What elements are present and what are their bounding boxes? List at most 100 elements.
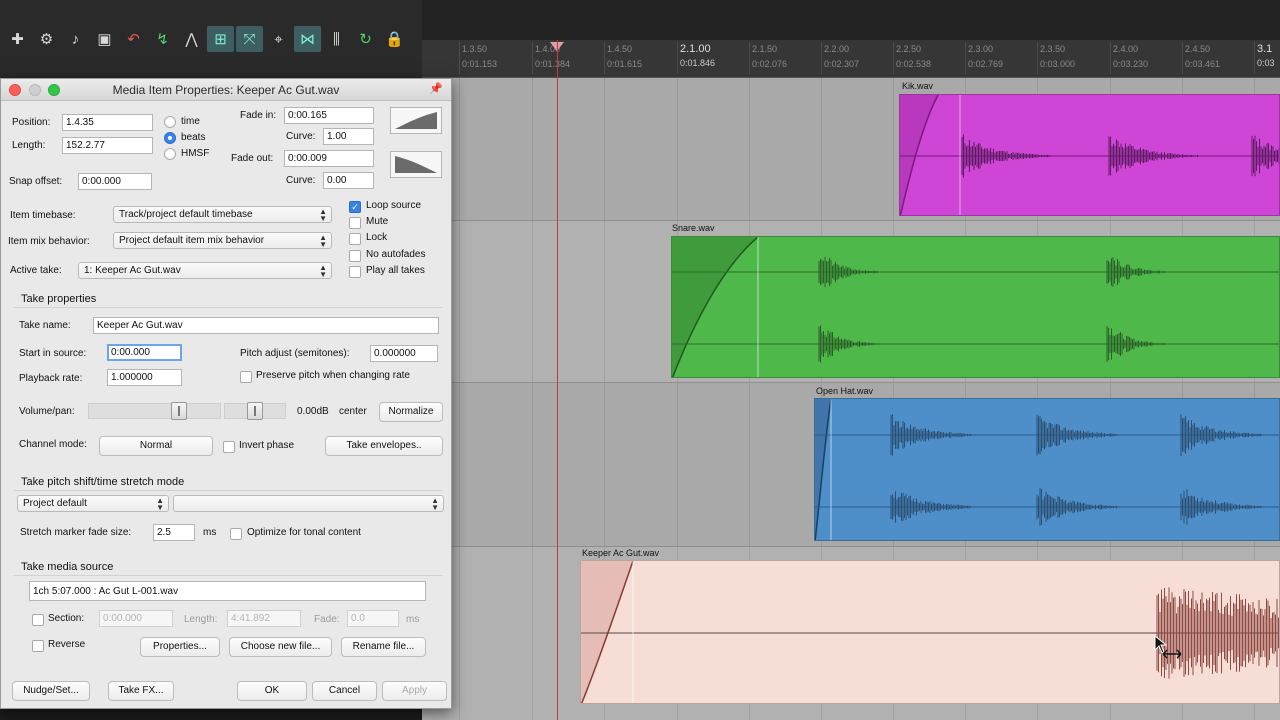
grid-icon[interactable]: ⫼ <box>323 26 350 52</box>
stretch-marker-field[interactable]: 2.5 <box>153 524 195 541</box>
media-source-heading: Take media source <box>21 561 114 573</box>
grid-snap-icon[interactable]: ⊞ <box>207 26 234 52</box>
section-start-field[interactable]: 0:00.000 <box>99 610 173 627</box>
section-fade-field[interactable]: 0.0 <box>347 610 399 627</box>
snap-offset-field[interactable]: 0:00.000 <box>78 173 152 190</box>
item-title-snare: Snare.wav <box>672 223 715 233</box>
take-envelopes-button[interactable]: Take envelopes.. <box>325 436 443 456</box>
pitch-shift-heading: Take pitch shift/time stretch mode <box>21 476 185 488</box>
group-divider <box>13 575 443 576</box>
section-length-field[interactable]: 4:41.892 <box>227 610 301 627</box>
metronome-icon[interactable]: ♪ <box>62 26 89 52</box>
pin-icon[interactable]: 📌 <box>429 82 443 95</box>
beats-radio[interactable] <box>164 132 176 144</box>
no-autofades-checkbox[interactable] <box>349 250 361 262</box>
volume-slider[interactable] <box>88 403 221 419</box>
take-properties-heading: Take properties <box>21 293 97 305</box>
save-icon[interactable]: ▣ <box>91 26 118 52</box>
ruler-beat-label: 2.2.50 <box>896 44 922 54</box>
reverse-checkbox[interactable] <box>32 640 44 652</box>
section-label: Section: <box>48 613 85 624</box>
volume-slider-knob[interactable] <box>171 402 187 420</box>
item-timebase-select[interactable]: Track/project default timebase ▲ ▼ <box>113 206 332 223</box>
ruler-tick: 2.2.50 0:02.538 <box>892 42 932 74</box>
section-checkbox[interactable] <box>32 614 44 626</box>
fade-out-field[interactable]: 0:00.009 <box>284 150 374 167</box>
locking-icon[interactable]: ⌖ <box>265 26 292 52</box>
fade-out-curve-field[interactable]: 0.00 <box>323 172 374 189</box>
fade-out-curve-label: Curve: <box>286 175 316 186</box>
media-item-open-hat[interactable] <box>814 398 1280 541</box>
ruler-beat-label: 2.2.00 <box>824 44 850 54</box>
media-item-snare[interactable] <box>671 236 1280 378</box>
mouse-cursor-icon <box>1154 634 1182 659</box>
beats-radio-label: beats <box>181 132 206 143</box>
item-mix-select[interactable]: Project default item mix behavior ▲ ▼ <box>113 232 332 249</box>
pitch-shift-mode-select[interactable]: Project default ▲ ▼ <box>17 495 169 512</box>
dialog-titlebar[interactable]: Media Item Properties: Keeper Ac Gut.wav… <box>1 79 451 101</box>
section-fade-unit: ms <box>406 614 420 625</box>
pitch-shift-submode-select[interactable]: ▲ ▼ <box>173 495 444 512</box>
take-name-field[interactable]: Keeper Ac Gut.wav <box>93 317 439 334</box>
ruler-time-label: 0:02.769 <box>968 59 1004 69</box>
new-project-icon[interactable]: ✚ <box>4 26 31 52</box>
ruler-beat-label: 2.3.00 <box>968 44 994 54</box>
ruler-time-label: 0:01.384 <box>535 59 571 69</box>
position-field[interactable]: 1.4.35 <box>62 114 153 131</box>
play-all-takes-checkbox[interactable] <box>349 266 361 278</box>
properties-button[interactable]: Properties... <box>140 637 220 657</box>
ruler-time-label: 0:03.461 <box>1185 59 1221 69</box>
invert-phase-checkbox[interactable] <box>223 441 235 453</box>
ruler-time-label: 0:02.538 <box>896 59 932 69</box>
mute-label: Mute <box>366 216 389 227</box>
ok-button[interactable]: OK <box>237 681 307 701</box>
ripple-edit-icon[interactable]: ↯ <box>149 26 176 52</box>
normalize-button[interactable]: Normalize <box>379 402 443 422</box>
apply-button[interactable]: Apply <box>382 681 447 701</box>
no-autofades-label: No autofades <box>366 249 426 260</box>
nudge-set-button[interactable]: Nudge/Set... <box>12 681 90 701</box>
active-take-select[interactable]: 1: Keeper Ac Gut.wav ▲ ▼ <box>78 262 332 279</box>
length-field[interactable]: 152.2.77 <box>62 137 153 154</box>
media-item-keeper-ac-gut[interactable] <box>580 560 1280 704</box>
ruler-tick: 2.1.50 0:02.076 <box>748 42 787 74</box>
trim-icon[interactable]: ⋈ <box>294 26 321 52</box>
ruler-tick: 2.3.00 0:02.769 <box>964 42 1004 74</box>
group-divider <box>13 490 443 491</box>
loop-source-checkbox[interactable]: ✓ <box>349 201 361 213</box>
lock-checkbox[interactable] <box>349 233 361 245</box>
ruler-time-label: 0:01.846 <box>680 58 716 68</box>
hmsf-radio[interactable] <box>164 148 176 160</box>
arrange-view[interactable]: Kik.wav Snare.wav Open Hat.wav Keeper Ac… <box>422 78 1280 720</box>
fade-in-shape-button[interactable] <box>390 107 442 134</box>
start-in-source-field[interactable]: 0:00.000 <box>107 344 182 361</box>
mute-checkbox[interactable] <box>349 217 361 229</box>
undo-icon[interactable]: ↶ <box>120 26 147 52</box>
fade-in-curve-field[interactable]: 1.00 <box>323 128 374 145</box>
optimize-tonal-label: Optimize for tonal content <box>247 527 361 538</box>
choose-new-file-button[interactable]: Choose new file... <box>229 637 332 657</box>
rename-file-button[interactable]: Rename file... <box>341 637 426 657</box>
pitch-adjust-field[interactable]: 0.000000 <box>370 345 438 362</box>
time-radio[interactable] <box>164 116 176 128</box>
media-item-kik[interactable] <box>899 94 1280 216</box>
take-fx-button[interactable]: Take FX... <box>108 681 174 701</box>
ruler-tick: 2.1.00 0:01.846 <box>676 41 716 73</box>
playback-rate-field[interactable]: 1.000000 <box>107 369 182 386</box>
loop-icon[interactable]: ↻ <box>352 26 379 52</box>
pan-slider-knob[interactable] <box>247 402 263 420</box>
media-source-field[interactable]: 1ch 5:07.000 : Ac Gut L-001.wav <box>29 581 426 601</box>
cancel-button[interactable]: Cancel <box>312 681 377 701</box>
fade-in-field[interactable]: 0:00.165 <box>284 107 374 124</box>
item-timebase-label: Item timebase: <box>10 210 76 221</box>
cross-item-icon[interactable]: ⤧ <box>236 26 263 52</box>
lock-icon[interactable]: 🔒 <box>381 26 408 52</box>
envelope-icon[interactable]: ⋀ <box>178 26 205 52</box>
hmsf-radio-label: HMSF <box>181 148 210 159</box>
fade-out-shape-button[interactable] <box>390 151 442 178</box>
optimize-tonal-checkbox[interactable] <box>230 528 242 540</box>
channel-mode-button[interactable]: Normal <box>99 436 213 456</box>
preserve-pitch-checkbox[interactable] <box>240 371 252 383</box>
settings-icon[interactable]: ⚙ <box>33 26 60 52</box>
keeper-waveform <box>581 561 1279 703</box>
